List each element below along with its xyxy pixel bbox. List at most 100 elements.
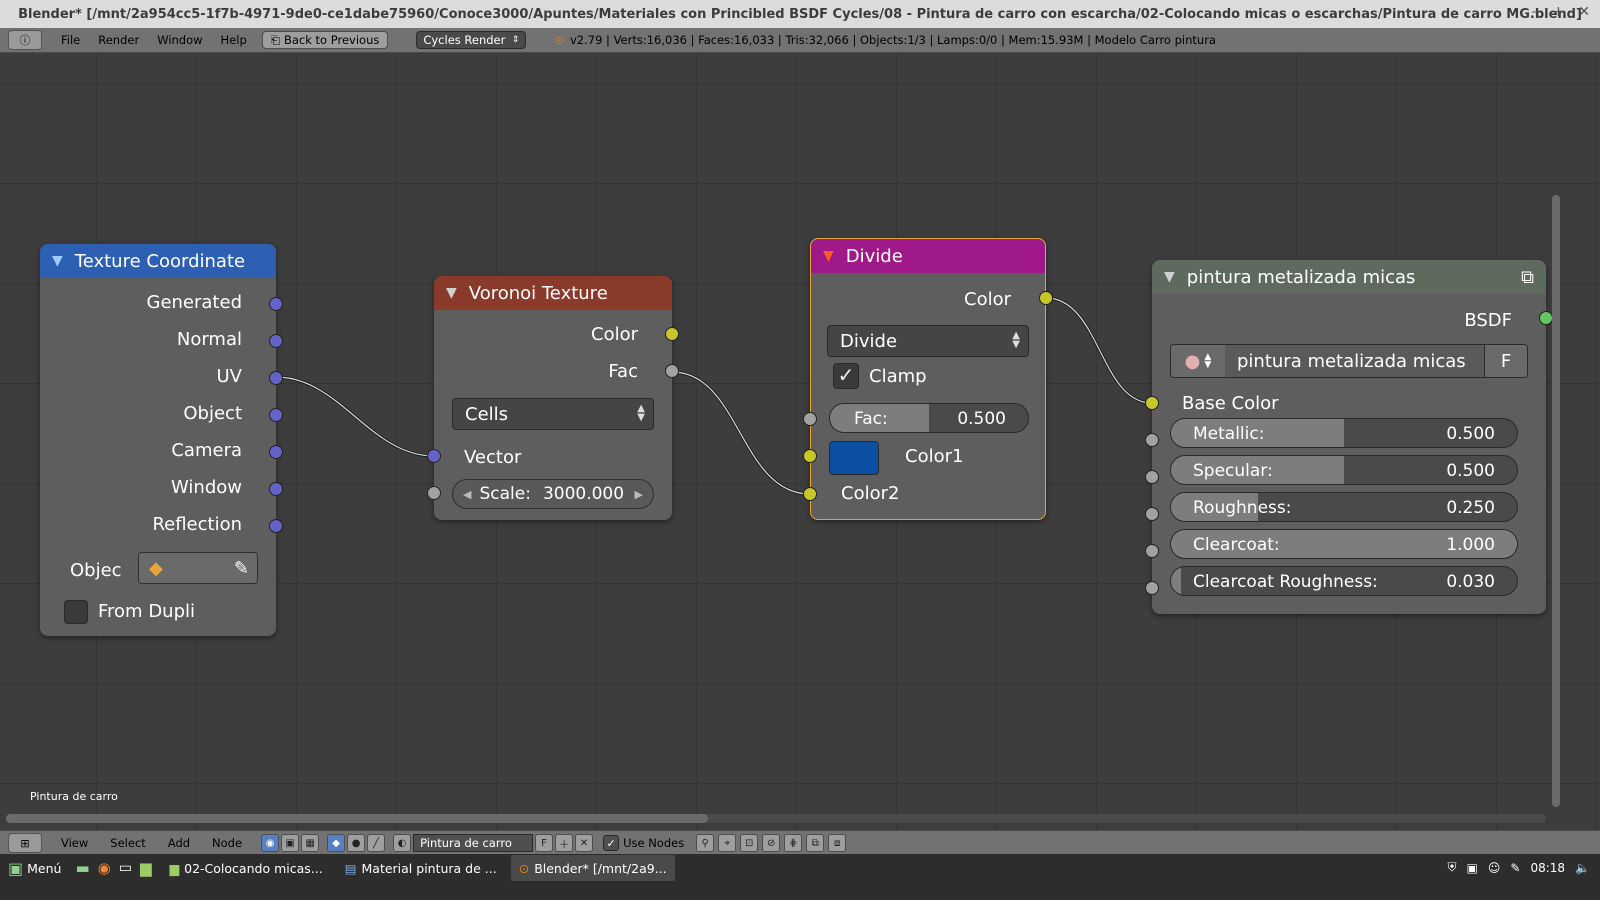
vertical-scrollbar[interactable] bbox=[1552, 195, 1560, 807]
voronoi-texture-node[interactable]: ▼ Voronoi Texture Color Fac Cells ▲ ▼ Vec… bbox=[434, 276, 672, 520]
socket-clearcoat[interactable] bbox=[1145, 544, 1159, 558]
divide-mix-node[interactable]: ▼ Divide Color Divide ▲ ▼ ✓ Clamp Fac: 0.… bbox=[810, 238, 1046, 520]
render-engine-select[interactable]: Cycles Render ⇕ bbox=[416, 31, 527, 49]
shader-nodes-icon[interactable]: ◉ bbox=[261, 834, 280, 852]
backdrop-icon[interactable]: ⚲ bbox=[696, 834, 715, 852]
menu-render[interactable]: Render bbox=[89, 33, 148, 47]
clamp-checkbox[interactable]: ✓ bbox=[833, 363, 859, 389]
collapse-triangle-icon[interactable]: ▼ bbox=[823, 248, 834, 264]
object-picker-field[interactable]: ◆ ✎ bbox=[138, 552, 258, 584]
update-icon[interactable]: ▣ bbox=[1467, 861, 1478, 875]
socket-divide-color1[interactable] bbox=[803, 449, 817, 463]
new-material-icon[interactable]: ＋ bbox=[555, 834, 574, 852]
back-to-previous-button[interactable]: ⎗ Back to Previous bbox=[261, 31, 389, 49]
socket-divide-color-out[interactable] bbox=[1039, 291, 1053, 305]
socket-voronoi-scale[interactable] bbox=[427, 486, 441, 500]
material-browse-icon[interactable]: ◐ bbox=[393, 834, 412, 852]
close-icon[interactable]: ✕ bbox=[1578, 4, 1590, 20]
socket-voronoi-fac[interactable] bbox=[665, 364, 679, 378]
menu-window[interactable]: Window bbox=[148, 33, 211, 47]
coloring-dropdown[interactable]: Cells ▲ ▼ bbox=[452, 398, 654, 430]
color1-swatch[interactable] bbox=[829, 441, 879, 475]
principled-bsdf-node[interactable]: ▼ pintura metalizada micas ⧉ BSDF ● ▲ ▼ p… bbox=[1152, 260, 1546, 614]
node-header[interactable]: ▼ Voronoi Texture bbox=[434, 276, 672, 310]
use-nodes-checkbox[interactable]: ✓ bbox=[603, 835, 620, 851]
editor-type-button[interactable]: ⓘ bbox=[8, 30, 42, 50]
linestyle-shader-icon[interactable]: ╱ bbox=[367, 834, 386, 852]
maximize-icon[interactable]: + bbox=[1553, 4, 1565, 20]
fake-user-button[interactable]: F bbox=[535, 834, 554, 852]
pin-icon[interactable]: ⌖ bbox=[718, 834, 737, 852]
files-icon[interactable]: ▆ bbox=[140, 859, 152, 877]
start-menu-button[interactable]: ▣ Menú bbox=[0, 855, 69, 881]
eyedropper-icon[interactable]: ✎ bbox=[234, 558, 249, 579]
socket-generated[interactable] bbox=[269, 297, 283, 311]
snap-element-icon[interactable]: ⊘ bbox=[762, 834, 781, 852]
socket-uv[interactable] bbox=[269, 371, 283, 385]
bsdf-slider[interactable]: Metallic: 0.500 bbox=[1170, 418, 1518, 448]
material-selector[interactable]: ● ▲ ▼ pintura metalizada micas F bbox=[1170, 344, 1528, 378]
bsdf-slider[interactable]: Clearcoat Roughness: 0.030 bbox=[1170, 566, 1518, 596]
copy-material-icon[interactable]: ⧉ bbox=[806, 834, 825, 852]
menu-help[interactable]: Help bbox=[212, 33, 256, 47]
horizontal-scrollbar[interactable] bbox=[6, 814, 1546, 823]
from-dupli-checkbox[interactable] bbox=[64, 600, 88, 624]
bsdf-slider[interactable]: Clearcoat: 1.000 bbox=[1170, 529, 1518, 559]
socket-window[interactable] bbox=[269, 482, 283, 496]
increment-arrow-icon[interactable]: ▶ bbox=[635, 488, 643, 501]
network-icon[interactable]: ✎ bbox=[1510, 861, 1520, 875]
fake-user-button[interactable]: F bbox=[1484, 345, 1527, 377]
scrollbar-thumb[interactable] bbox=[6, 814, 708, 823]
socket-camera[interactable] bbox=[269, 445, 283, 459]
node-group-icon[interactable]: ⧉ bbox=[1521, 267, 1534, 288]
socket-metallic[interactable] bbox=[1145, 433, 1159, 447]
texture-coordinate-node[interactable]: ▼ Texture Coordinate Generated Normal UV… bbox=[40, 244, 276, 636]
minimize-icon[interactable]: – bbox=[1532, 4, 1539, 20]
socket-specular[interactable] bbox=[1145, 470, 1159, 484]
material-field[interactable]: Pintura de carro bbox=[413, 834, 534, 852]
show-desktop-icon[interactable]: ▬ bbox=[75, 859, 89, 877]
grid-snap-icon[interactable]: ⋕ bbox=[784, 834, 803, 852]
node-header[interactable]: ▼ Texture Coordinate bbox=[40, 244, 276, 278]
socket-object[interactable] bbox=[269, 408, 283, 422]
task-document[interactable]: ▤ Material pintura de ... bbox=[337, 855, 505, 881]
firefox-icon[interactable]: ◉ bbox=[98, 859, 111, 877]
task-blender[interactable]: ⊙ Blender* [/mnt/2a9... bbox=[510, 855, 675, 881]
unlink-material-icon[interactable]: ✕ bbox=[575, 834, 594, 852]
material-browse-button[interactable]: ● ▲ ▼ bbox=[1171, 345, 1225, 377]
shield-icon[interactable]: ⛨ bbox=[1448, 860, 1457, 875]
menu-select[interactable]: Select bbox=[99, 836, 156, 850]
paste-material-icon[interactable]: ⧈ bbox=[828, 834, 847, 852]
socket-bsdf-out[interactable] bbox=[1539, 311, 1553, 325]
socket-clearcoat-roughness[interactable] bbox=[1145, 581, 1159, 595]
collapse-triangle-icon[interactable]: ▼ bbox=[446, 285, 457, 301]
compositing-nodes-icon[interactable]: ▣ bbox=[281, 834, 300, 852]
scale-field[interactable]: ◀ Scale: 3000.000 ▶ bbox=[452, 479, 654, 509]
collapse-triangle-icon[interactable]: ▼ bbox=[52, 253, 63, 269]
editor-type-button[interactable]: ⊞ bbox=[8, 833, 42, 853]
task-folder[interactable]: ▆ 02-Colocando micas... bbox=[162, 855, 331, 881]
texture-nodes-icon[interactable]: ▦ bbox=[301, 834, 320, 852]
blend-mode-dropdown[interactable]: Divide ▲ ▼ bbox=[827, 325, 1029, 357]
decrement-arrow-icon[interactable]: ◀ bbox=[463, 488, 471, 501]
world-shader-icon[interactable]: ● bbox=[347, 834, 366, 852]
socket-roughness[interactable] bbox=[1145, 507, 1159, 521]
node-header[interactable]: ▼ pintura metalizada micas ⧉ bbox=[1152, 260, 1546, 294]
socket-base-color[interactable] bbox=[1145, 396, 1159, 410]
socket-normal[interactable] bbox=[269, 334, 283, 348]
menu-view[interactable]: View bbox=[50, 836, 99, 850]
volume-icon[interactable]: 🔈 bbox=[1575, 861, 1590, 875]
socket-reflection[interactable] bbox=[269, 519, 283, 533]
menu-node[interactable]: Node bbox=[201, 836, 253, 850]
socket-voronoi-vector[interactable] bbox=[427, 449, 441, 463]
bsdf-slider[interactable]: Roughness: 0.250 bbox=[1170, 492, 1518, 522]
clock[interactable]: 08:18 bbox=[1530, 861, 1565, 875]
bsdf-slider[interactable]: Specular: 0.500 bbox=[1170, 455, 1518, 485]
user-icon[interactable]: ☺ bbox=[1488, 861, 1501, 875]
menu-add[interactable]: Add bbox=[157, 836, 201, 850]
socket-voronoi-color[interactable] bbox=[665, 327, 679, 341]
snap-icon[interactable]: ⊡ bbox=[740, 834, 759, 852]
collapse-triangle-icon[interactable]: ▼ bbox=[1164, 269, 1175, 285]
socket-divide-fac[interactable] bbox=[803, 412, 817, 426]
terminal-icon[interactable]: ▭ bbox=[119, 860, 132, 876]
